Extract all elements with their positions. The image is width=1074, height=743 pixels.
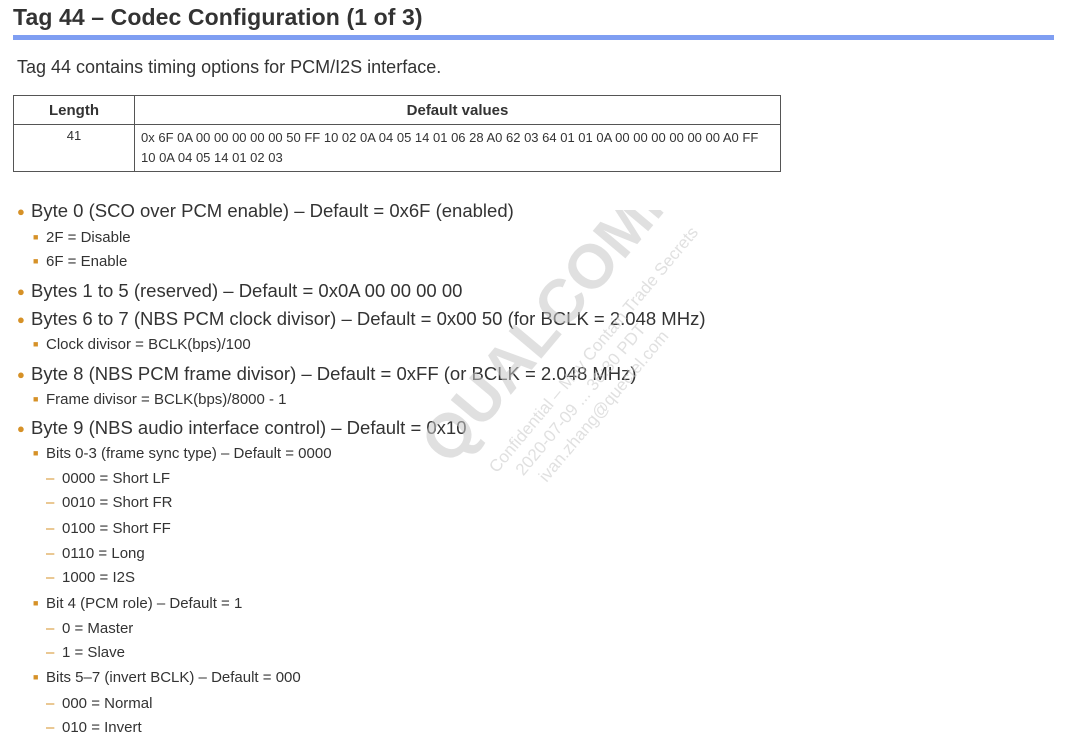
dash-bullet-icon: –	[46, 620, 55, 637]
bullet-icon: ■	[33, 232, 39, 242]
list-item: –0110 = Long	[46, 545, 145, 562]
list-item-text: Clock divisor = BCLK(bps)/100	[46, 336, 251, 353]
cell-default-values: 0x 6F 0A 00 00 00 00 00 50 FF 10 02 0A 0…	[134, 124, 781, 172]
cell-length: 41	[13, 124, 135, 172]
dash-bullet-icon: –	[46, 520, 55, 537]
watermark-line-1: Confidential – May Contain Trade Secrets	[485, 223, 702, 476]
dash-bullet-icon: –	[46, 545, 55, 562]
header-default-values: Default values	[134, 95, 781, 125]
list-item-text: Byte 8 (NBS PCM frame divisor) – Default…	[31, 363, 637, 384]
list-item-text: 0100 = Short FF	[62, 520, 171, 537]
list-item: –1 = Slave	[46, 644, 125, 661]
list-item: –0010 = Short FR	[46, 494, 172, 511]
bullet-icon: ●	[17, 312, 25, 327]
list-item: ● Byte 0 (SCO over PCM enable) – Default …	[17, 200, 514, 222]
table-row: 41 0x 6F 0A 00 00 00 00 00 50 FF 10 02 0…	[13, 124, 781, 172]
intro-text: Tag 44 contains timing options for PCM/I…	[17, 57, 442, 77]
list-item: ● Byte 8 (NBS PCM frame divisor) – Defaul…	[17, 363, 637, 385]
list-item: ■ 6F = Enable	[33, 253, 127, 270]
watermark-line-2: 2020-07-09 ... 36:30 PDT	[512, 320, 650, 479]
list-item-text: Bit 4 (PCM role) – Default = 1	[46, 595, 243, 612]
list-item-text: 000 = Normal	[62, 695, 153, 712]
page-title: Tag 44 – Codec Configuration (1 of 3)	[13, 4, 423, 30]
dash-bullet-icon: –	[46, 719, 55, 736]
title-underline	[13, 35, 1054, 40]
list-item: ● Bytes 1 to 5 (reserved) – Default = 0x0…	[17, 280, 462, 302]
watermark-line-3: ivan.zhang@quectel.com	[535, 327, 672, 486]
list-item-text: Bits 5–7 (invert BCLK) – Default = 000	[46, 669, 301, 686]
list-item-text: Bytes 6 to 7 (NBS PCM clock divisor) – D…	[31, 308, 706, 329]
bullet-icon: ●	[17, 204, 25, 219]
list-item: ■ Bit 4 (PCM role) – Default = 1	[33, 595, 242, 612]
bullet-icon: ■	[33, 448, 39, 458]
header-length: Length	[13, 95, 135, 125]
list-item: –0 = Master	[46, 620, 133, 637]
list-item-text: Frame divisor = BCLK(bps)/8000 - 1	[46, 391, 287, 408]
list-item-text: Byte 0 (SCO over PCM enable) – Default =…	[31, 200, 514, 221]
list-item: –1000 = I2S	[46, 569, 135, 586]
list-item: ■ Clock divisor = BCLK(bps)/100	[33, 336, 251, 353]
list-item: ■ Bits 0-3 (frame sync type) – Default = …	[33, 445, 332, 462]
dash-bullet-icon: –	[46, 470, 55, 487]
list-item-text: 0 = Master	[62, 620, 134, 637]
list-item-text: 1000 = I2S	[62, 569, 135, 586]
list-item-text: Byte 9 (NBS audio interface control) – D…	[31, 417, 467, 438]
confidential-watermark: QUALCOMM Confidential – May Contain Trad…	[408, 210, 702, 486]
list-item: ■ Frame divisor = BCLK(bps)/8000 - 1	[33, 391, 287, 408]
list-item-text: 0110 = Long	[62, 545, 145, 562]
bullet-icon: ■	[33, 672, 39, 682]
bullet-icon: ■	[33, 256, 39, 266]
list-item: –000 = Normal	[46, 695, 152, 712]
list-item-text: 0000 = Short LF	[62, 470, 170, 487]
dash-bullet-icon: –	[46, 494, 55, 511]
list-item-text: Bits 0-3 (frame sync type) – Default = 0…	[46, 445, 332, 462]
list-item: ● Byte 9 (NBS audio interface control) – …	[17, 417, 467, 439]
default-values-table: Length Default values 41 0x 6F 0A 00 00 …	[13, 95, 781, 172]
list-item-text: 2F = Disable	[46, 229, 131, 246]
table-header-row: Length Default values	[13, 95, 781, 125]
list-item: –0100 = Short FF	[46, 520, 171, 537]
list-item: –010 = Invert	[46, 719, 142, 736]
bullet-icon: ●	[17, 421, 25, 436]
list-item-text: 1 = Slave	[62, 644, 125, 661]
list-item: ■ 2F = Disable	[33, 229, 131, 246]
bullet-icon: ■	[33, 394, 39, 404]
list-item-text: 0010 = Short FR	[62, 494, 173, 511]
list-item-text: 010 = Invert	[62, 719, 142, 736]
list-item-text: Bytes 1 to 5 (reserved) – Default = 0x0A…	[31, 280, 463, 301]
dash-bullet-icon: –	[46, 644, 55, 661]
list-item: ■ Bits 5–7 (invert BCLK) – Default = 000	[33, 669, 301, 686]
bullet-icon: ●	[17, 367, 25, 382]
bullet-icon: ■	[33, 339, 39, 349]
dash-bullet-icon: –	[46, 569, 55, 586]
bullet-icon: ■	[33, 598, 39, 608]
list-item-text: 6F = Enable	[46, 253, 128, 270]
bullet-icon: ●	[17, 284, 25, 299]
list-item: –0000 = Short LF	[46, 470, 170, 487]
dash-bullet-icon: –	[46, 695, 55, 712]
list-item: ● Bytes 6 to 7 (NBS PCM clock divisor) – …	[17, 308, 706, 330]
